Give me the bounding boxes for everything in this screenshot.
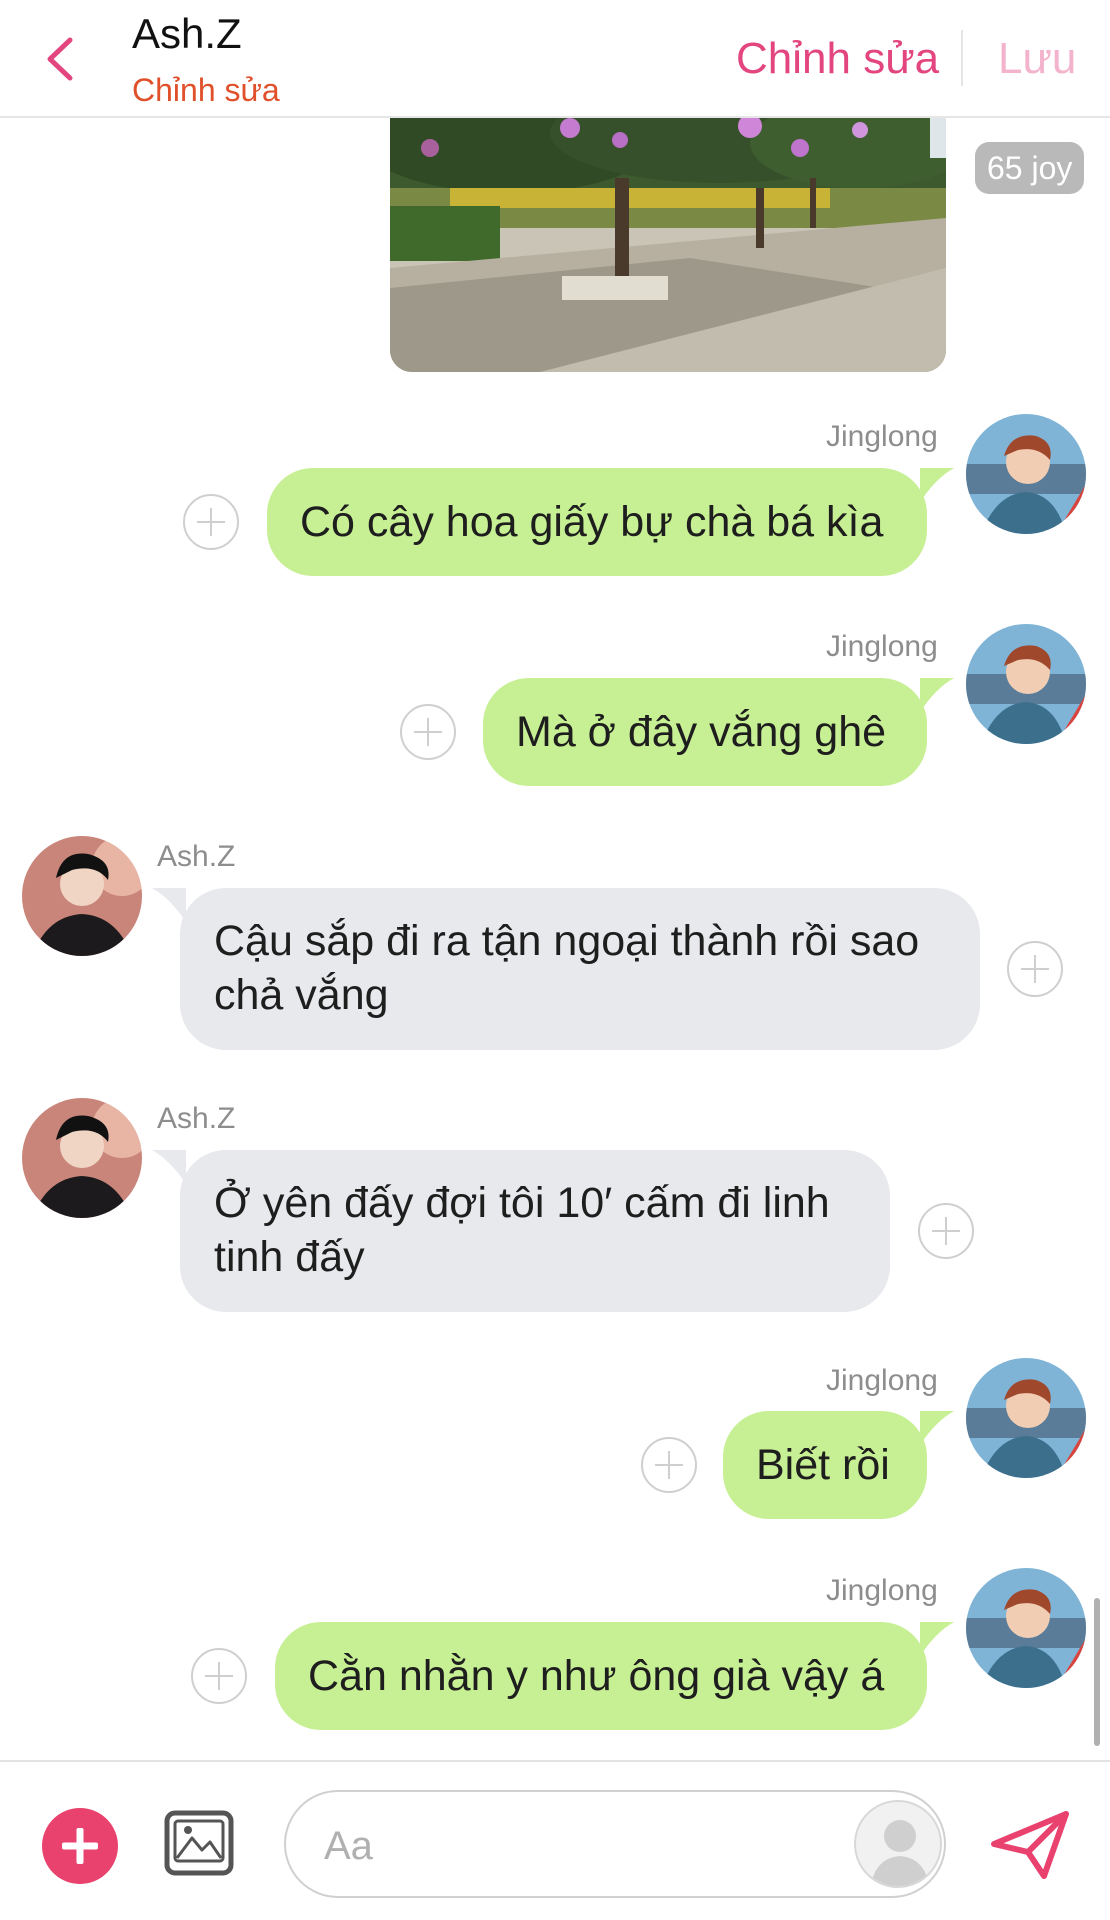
sender-name: Jinglong <box>826 420 938 453</box>
image-icon[interactable] <box>164 1810 234 1876</box>
plus-icon[interactable] <box>183 494 239 550</box>
scrollbar[interactable] <box>1094 1598 1100 1746</box>
plus-circle-icon[interactable] <box>42 1808 118 1884</box>
avatar[interactable] <box>966 414 1086 534</box>
chat-subtitle: Chỉnh sửa <box>132 72 280 108</box>
bubble-tail <box>920 468 954 502</box>
sender-name: Ash.Z <box>157 1102 236 1135</box>
plus-icon[interactable] <box>400 704 456 760</box>
plus-icon[interactable] <box>1007 941 1063 997</box>
message-input-box[interactable] <box>284 1790 946 1898</box>
plus-icon[interactable] <box>191 1648 247 1704</box>
chat-thread[interactable]: 65 joy Jinglong Có cây hoa giấy bự chà b… <box>0 118 1110 1760</box>
sender-name: Jinglong <box>826 1364 938 1397</box>
message-text: Biết rồi <box>756 1441 890 1489</box>
message-bubble[interactable]: Mà ở đây vắng ghê <box>483 678 927 786</box>
plus-icon[interactable] <box>641 1437 697 1493</box>
avatar[interactable] <box>966 624 1086 744</box>
message-text: Có cây hoa giấy bự chà bá kìa <box>300 498 884 546</box>
sender-name: Jinglong <box>826 1574 938 1607</box>
bubble-tail <box>920 678 954 712</box>
sender-name: Ash.Z <box>157 840 236 873</box>
message-bubble[interactable]: Cằn nhằn y như ông già vậy á <box>275 1622 927 1730</box>
plus-icon[interactable] <box>918 1203 974 1259</box>
edit-button[interactable]: Chỉnh sửa <box>736 34 939 84</box>
chevron-left-icon[interactable] <box>40 34 80 84</box>
chat-header: Ash.Z Chỉnh sửa Chỉnh sửa Lưu <box>0 0 1110 118</box>
bubble-tail <box>152 1150 186 1184</box>
avatar[interactable] <box>966 1358 1086 1478</box>
message-bubble[interactable]: Có cây hoa giấy bự chà bá kìa <box>267 468 927 576</box>
message-bubble[interactable]: Biết rồi <box>723 1411 927 1519</box>
avatar[interactable] <box>966 1568 1086 1688</box>
avatar[interactable] <box>22 1098 142 1218</box>
message-text: Cậu sắp đi ra tận ngoại thành rồi sao ch… <box>214 917 920 1019</box>
message-text: Ở yên đấy đợi tôi 10′ cấm đi linh tinh đ… <box>214 1179 830 1281</box>
send-icon[interactable] <box>990 1810 1070 1880</box>
avatar[interactable] <box>22 836 142 956</box>
street-photo <box>390 118 946 372</box>
message-text: Mà ở đây vắng ghê <box>516 708 887 756</box>
header-divider <box>961 30 963 86</box>
save-button[interactable]: Lưu <box>998 34 1076 84</box>
photo-message[interactable] <box>390 118 946 372</box>
composer-bar <box>0 1760 1110 1920</box>
chat-title: Ash.Z <box>132 10 242 57</box>
message-text: Cằn nhằn y như ông già vậy á <box>308 1652 885 1700</box>
sticker-icon[interactable] <box>854 1800 942 1888</box>
joy-count-badge: 65 joy <box>975 142 1085 194</box>
sender-name: Jinglong <box>826 630 938 663</box>
message-input[interactable] <box>324 1816 824 1876</box>
message-bubble[interactable]: Ở yên đấy đợi tôi 10′ cấm đi linh tinh đ… <box>180 1150 890 1312</box>
message-bubble[interactable]: Cậu sắp đi ra tận ngoại thành rồi sao ch… <box>180 888 980 1050</box>
bubble-tail <box>920 1622 954 1656</box>
bubble-tail <box>152 888 186 922</box>
bubble-tail <box>920 1411 954 1445</box>
